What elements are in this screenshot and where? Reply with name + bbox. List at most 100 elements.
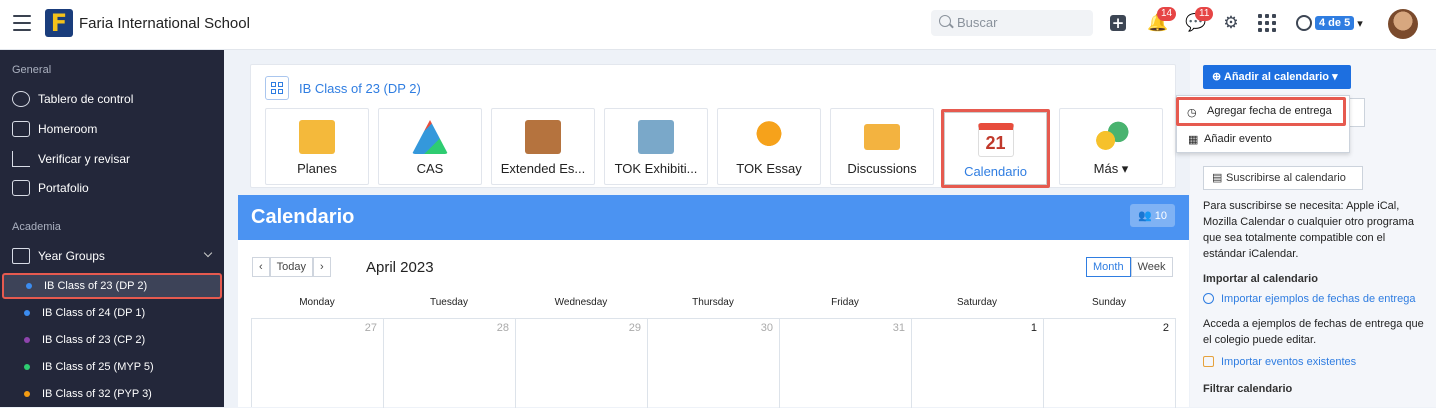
clock-icon — [1203, 293, 1214, 304]
caret-down-icon: ▾ — [1329, 71, 1338, 83]
day-cell[interactable]: 29 — [516, 319, 648, 408]
search-input[interactable]: Buscar — [931, 10, 1093, 36]
day-header: Saturday — [956, 297, 998, 308]
day-cell[interactable]: 27 — [252, 319, 384, 408]
group-dot — [24, 337, 30, 343]
day-cell[interactable]: 30 — [648, 319, 780, 408]
sidebar: General Tablero de control Homeroom Veri… — [0, 50, 224, 407]
sidebar-group-myp5[interactable]: IB Class of 25 (MYP 5) — [2, 354, 222, 380]
import-events-link[interactable]: Importar eventos existentes — [1203, 356, 1356, 368]
calendar-icon: ▤ — [1212, 172, 1223, 184]
chart-icon — [12, 151, 30, 167]
class-header[interactable]: IB Class of 23 (DP 2) — [265, 76, 421, 100]
class-panel: IB Class of 23 (DP 2) Planes CAS Extende… — [250, 64, 1176, 188]
calendar-title: Calendario — [238, 195, 1189, 240]
top-bar: F Faria International School Buscar + 🔔 1… — [0, 0, 1436, 50]
right-panel: ⊕ Añadir al calendario ▾ ◷ Agregar fecha … — [1176, 50, 1436, 407]
group-dot — [24, 391, 30, 397]
calendar-icon: 21 — [977, 123, 1014, 157]
sidebar-group-cp2[interactable]: IB Class of 23 (CP 2) — [2, 327, 222, 353]
sidebar-item-year-groups[interactable]: Year Groups — [12, 248, 105, 264]
layers-icon — [1203, 356, 1214, 367]
group-dot — [24, 364, 30, 370]
sidebar-group-dp2[interactable]: IB Class of 23 (DP 2) — [2, 273, 222, 299]
add-to-calendar-button[interactable]: ⊕ Añadir al calendario ▾ — [1203, 65, 1351, 89]
school-name[interactable]: Faria International School — [79, 15, 250, 32]
school-logo[interactable]: F — [45, 9, 73, 37]
sidebar-group-pyp3[interactable]: IB Class of 32 (PYP 3) — [2, 381, 222, 407]
support-icon — [1296, 15, 1312, 31]
books-icon — [525, 120, 561, 154]
day-header: Monday — [299, 297, 335, 308]
calendar-grid: 27 28 29 30 31 1 2 — [251, 318, 1176, 408]
day-header: Sunday — [1092, 297, 1126, 308]
filter-heading: Filtrar calendario — [1203, 383, 1293, 395]
group-dot — [26, 283, 32, 289]
bell-icon[interactable]: 🔔 14 — [1147, 7, 1177, 34]
day-cell[interactable]: 28 — [384, 319, 516, 408]
calendar-add-icon: ▦ — [1188, 134, 1199, 146]
exhibition-icon — [638, 120, 674, 154]
tile-extended-essay[interactable]: Extended Es... — [491, 108, 595, 185]
next-icon[interactable]: › — [313, 257, 331, 277]
section-academia: Academia — [12, 221, 61, 233]
import-description: Acceda a ejemplos de fechas de entrega q… — [1203, 318, 1424, 346]
tile-mas[interactable]: Más ▾ — [1059, 108, 1163, 185]
more-apps-icon — [1093, 120, 1129, 154]
dashboard-icon — [12, 91, 30, 107]
import-heading: Importar al calendario — [1203, 273, 1318, 285]
month-view-button[interactable]: Month — [1086, 257, 1131, 277]
subscribe-button[interactable]: ▤ Suscribirse al calendario — [1203, 166, 1363, 190]
view-switcher: Month Week — [1086, 257, 1173, 277]
sidebar-group-dp1[interactable]: IB Class of 24 (DP 1) — [2, 300, 222, 326]
sidebar-item-homeroom[interactable]: Homeroom — [12, 121, 97, 137]
apps-grid-icon[interactable] — [1258, 14, 1276, 32]
search-icon — [939, 15, 951, 27]
section-general: General — [12, 64, 52, 76]
lightbulb-icon — [751, 120, 787, 154]
tile-calendario[interactable]: 21 Calendario — [941, 109, 1050, 188]
home-icon — [12, 121, 30, 137]
day-header: Tuesday — [430, 297, 468, 308]
tile-tok-essay[interactable]: TOK Essay — [717, 108, 821, 185]
calendar-panel: Calendario 👥 10 ‹ Today › April 2023 Mon… — [238, 195, 1189, 408]
chat-count: 11 — [1195, 7, 1214, 21]
tile-discussions[interactable]: Discussions — [830, 108, 934, 185]
sidebar-item-portfolio[interactable]: Portafolio — [12, 180, 89, 196]
account-switcher[interactable]: 4 de 5 ▾ — [1296, 15, 1363, 31]
grid-icon — [265, 76, 289, 100]
month-label: April 2023 — [366, 259, 434, 276]
day-cell[interactable]: 2 — [1044, 319, 1176, 408]
plus-circle-icon: ⊕ — [1212, 71, 1224, 83]
chevron-down-icon: ▾ — [1357, 17, 1363, 30]
tile-cas[interactable]: CAS — [378, 108, 482, 185]
menu-icon[interactable] — [13, 15, 31, 31]
today-button[interactable]: Today — [269, 257, 314, 277]
gear-icon[interactable]: ⚙ — [1220, 12, 1242, 34]
tile-planes[interactable]: Planes — [265, 108, 369, 185]
week-view-button[interactable]: Week — [1130, 257, 1173, 277]
subscribe-description: Para suscribirse se necesita: Apple iCal… — [1203, 200, 1414, 260]
members-badge[interactable]: 👥 10 — [1129, 204, 1175, 227]
notification-count: 14 — [1157, 7, 1177, 21]
day-cell[interactable]: 31 — [780, 319, 912, 408]
chevron-down-icon[interactable] — [203, 248, 213, 258]
bus-icon — [12, 248, 30, 264]
tile-tok-exhibition[interactable]: TOK Exhibiti... — [604, 108, 708, 185]
planner-icon — [299, 120, 335, 154]
cas-icon — [412, 120, 448, 154]
menu-add-event[interactable]: ▦ Añadir evento — [1188, 133, 1272, 146]
chat-icon[interactable]: 💬 11 — [1185, 7, 1214, 34]
briefcase-icon — [12, 180, 30, 196]
users-icon: 👥 — [1137, 210, 1155, 222]
group-dot — [24, 310, 30, 316]
prev-icon[interactable]: ‹ — [252, 257, 270, 277]
add-icon[interactable]: + — [1110, 15, 1126, 31]
sidebar-item-dashboard[interactable]: Tablero de control — [12, 91, 133, 107]
menu-add-due-date[interactable]: ◷ Agregar fecha de entrega — [1176, 97, 1346, 126]
import-due-dates-link[interactable]: Importar ejemplos de fechas de entrega — [1203, 293, 1415, 305]
day-cell[interactable]: 1 — [912, 319, 1044, 408]
avatar[interactable] — [1388, 9, 1418, 39]
day-header: Wednesday — [554, 297, 608, 308]
sidebar-item-review[interactable]: Verificar y revisar — [12, 151, 130, 167]
